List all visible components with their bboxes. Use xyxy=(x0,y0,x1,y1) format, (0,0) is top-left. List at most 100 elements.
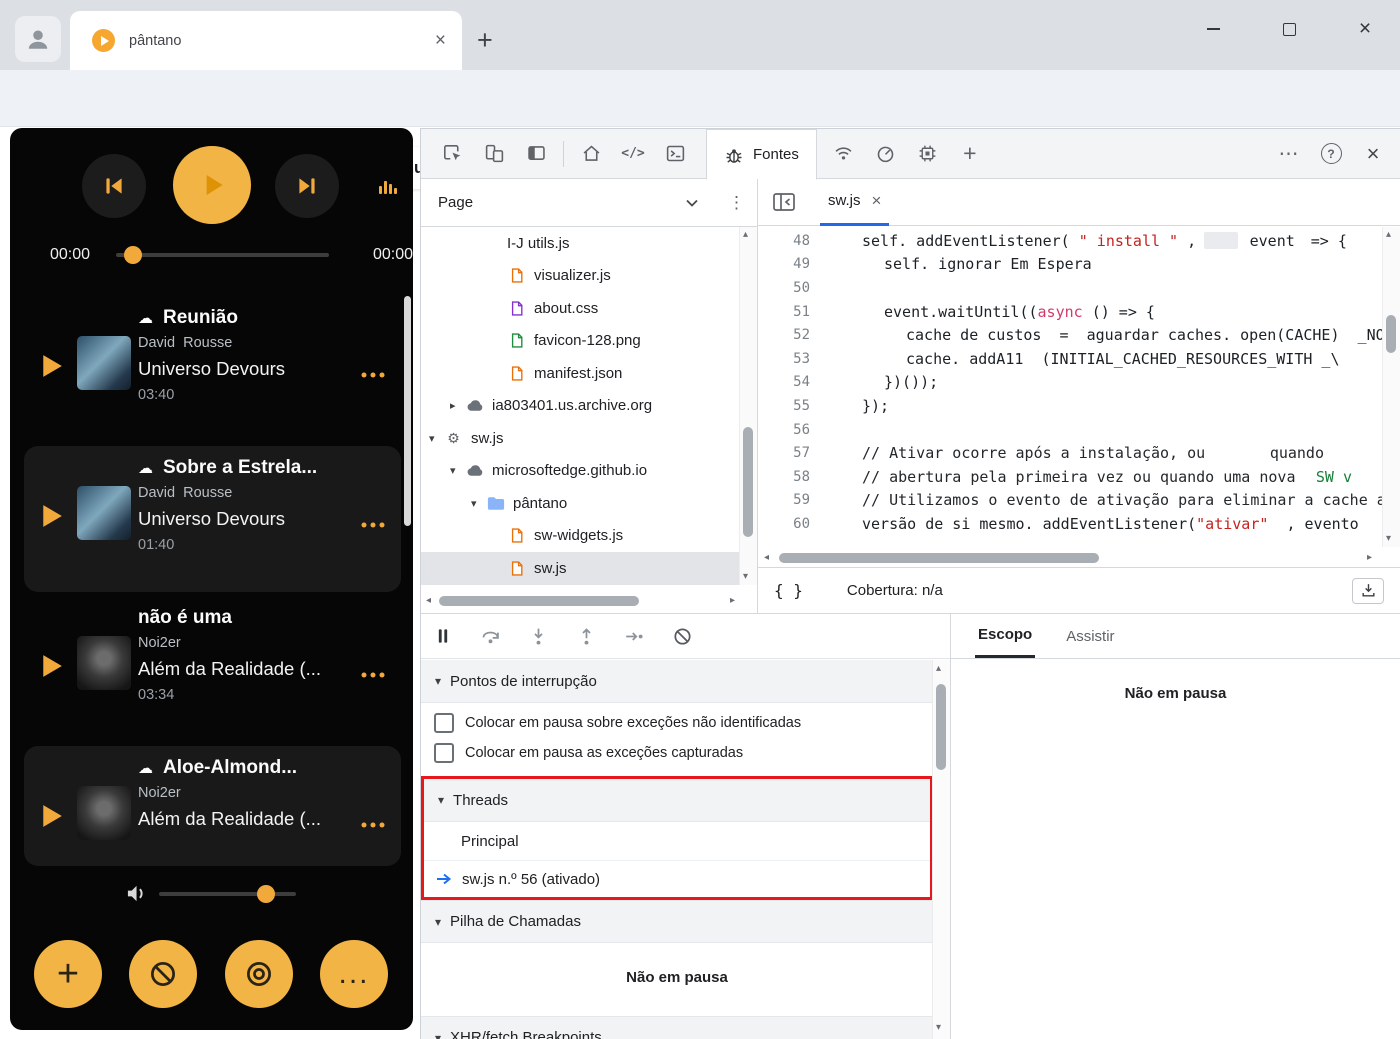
devtools-menu-icon[interactable]: ⋯ xyxy=(1268,134,1310,174)
line-number[interactable]: 49 xyxy=(758,256,826,272)
previous-track-button[interactable] xyxy=(82,154,146,218)
tree-item-p-ntano[interactable]: ▾ pântano xyxy=(421,487,740,520)
tab-watch[interactable]: Assistir xyxy=(1063,614,1117,658)
close-tab-icon[interactable]: × xyxy=(872,191,882,211)
scroll-thumb[interactable] xyxy=(779,553,1100,563)
song-menu-icon[interactable] xyxy=(361,822,385,828)
scroll-thumb[interactable] xyxy=(743,427,753,537)
tree-item-sw-js[interactable]: sw.js xyxy=(421,552,740,585)
chevron-right-icon[interactable]: ▸ xyxy=(450,399,465,412)
navigator-menu-icon[interactable]: ⋮ xyxy=(728,193,745,213)
home-icon[interactable] xyxy=(570,134,612,174)
scroll-up-icon[interactable]: ▴ xyxy=(743,230,748,240)
more-actions-button[interactable]: ... xyxy=(320,940,388,1008)
tree-item-ia803401-us-archive-org[interactable]: ▸ ia803401.us.archive.org xyxy=(421,390,740,423)
line-number[interactable]: 54 xyxy=(758,374,826,390)
code-editor[interactable]: 48 self. addEventListener( " install " , e… xyxy=(758,226,1400,549)
pause-uncaught-checkbox[interactable] xyxy=(434,713,454,733)
record-button[interactable] xyxy=(225,940,293,1008)
tree-item-sw-widgets-js[interactable]: sw-widgets.js xyxy=(421,520,740,553)
pause-icon[interactable] xyxy=(433,626,453,646)
seek-knob[interactable] xyxy=(124,246,142,264)
scroll-thumb[interactable] xyxy=(936,684,946,770)
scroll-right-icon[interactable]: ▸ xyxy=(730,595,735,606)
line-number[interactable]: 55 xyxy=(758,398,826,414)
add-song-button[interactable]: + xyxy=(34,940,102,1008)
volume-knob[interactable] xyxy=(257,884,275,903)
dock-side-icon[interactable] xyxy=(515,134,557,174)
play-song-icon[interactable] xyxy=(41,504,63,528)
tree-item-i-j-utils-js[interactable]: I-J utils.js xyxy=(421,227,740,260)
tree-item-favicon-128-png[interactable]: favicon-128.png xyxy=(421,325,740,358)
performance-icon[interactable] xyxy=(865,134,907,174)
step-into-icon[interactable] xyxy=(528,626,549,647)
file-tree-vscrollbar[interactable]: ▴ ▾ xyxy=(739,227,757,585)
window-maximize-button[interactable] xyxy=(1265,12,1313,46)
line-number[interactable]: 50 xyxy=(758,280,826,296)
window-minimize-button[interactable] xyxy=(1189,12,1237,46)
line-number[interactable]: 52 xyxy=(758,327,826,343)
play-button[interactable] xyxy=(173,146,251,224)
playlist-item[interactable]: ☁ Reunião David Rousse Universo Devours 03:4… xyxy=(10,294,413,444)
playlist-scrollbar[interactable] xyxy=(404,296,411,526)
tree-item-microsoftedge-github-io[interactable]: ▾ microsoftedge.github.io xyxy=(421,455,740,488)
chevron-down-icon[interactable] xyxy=(686,199,698,207)
playlist-item[interactable]: ☁ Sobre a Estrela... David Rousse Universo … xyxy=(10,444,413,594)
line-number[interactable]: 60 xyxy=(758,516,826,532)
next-track-button[interactable] xyxy=(275,154,339,218)
more-tools-plus-icon[interactable]: + xyxy=(949,134,991,174)
tree-item-sw-js[interactable]: ▾ ⚙ sw.js xyxy=(421,422,740,455)
playlist-item[interactable]: ☁ Aloe-Almond... Noi2er Além da Realidade (… xyxy=(10,744,413,868)
new-tab-button[interactable]: + xyxy=(477,25,493,56)
visualizer-icon[interactable] xyxy=(376,176,400,200)
scroll-down-icon[interactable]: ▾ xyxy=(1386,534,1391,544)
step-out-icon[interactable] xyxy=(576,626,597,647)
seek-slider[interactable] xyxy=(116,246,329,264)
scroll-left-icon[interactable]: ◂ xyxy=(764,553,769,563)
page-tab-label[interactable]: Page xyxy=(438,194,473,211)
scroll-down-icon[interactable]: ▾ xyxy=(743,572,748,582)
line-number[interactable]: 51 xyxy=(758,304,826,320)
scroll-up-icon[interactable]: ▴ xyxy=(936,664,941,674)
tree-item-visualizer-js[interactable]: visualizer.js xyxy=(421,260,740,293)
tab-sources[interactable]: Fontes xyxy=(706,129,817,180)
download-icon[interactable] xyxy=(1352,577,1384,604)
deactivate-breakpoints-icon[interactable] xyxy=(672,626,693,647)
scroll-right-icon[interactable]: ▸ xyxy=(1367,553,1372,563)
song-menu-icon[interactable] xyxy=(361,522,385,528)
play-song-icon[interactable] xyxy=(41,354,63,378)
file-tree-hscrollbar[interactable]: ◂ ▸ xyxy=(426,593,735,608)
tab-close-icon[interactable]: × xyxy=(435,31,446,50)
editor-tab-swjs[interactable]: sw.js × xyxy=(820,179,890,226)
song-menu-icon[interactable] xyxy=(361,672,385,678)
chevron-down-icon[interactable]: ▾ xyxy=(450,464,465,477)
pause-caught-checkbox[interactable] xyxy=(434,743,454,763)
profile-avatar[interactable] xyxy=(15,16,61,62)
network-icon[interactable] xyxy=(823,134,865,174)
line-number[interactable]: 57 xyxy=(758,445,826,461)
line-number[interactable]: 59 xyxy=(758,492,826,508)
console-icon[interactable] xyxy=(654,134,696,174)
scroll-left-icon[interactable]: ◂ xyxy=(426,595,431,606)
step-over-icon[interactable] xyxy=(480,626,501,647)
thread-item-principal[interactable]: Principal xyxy=(424,822,930,861)
devtools-close-icon[interactable]: × xyxy=(1352,134,1394,174)
song-menu-icon[interactable] xyxy=(361,372,385,378)
editor-vscrollbar[interactable]: ▴ ▾ xyxy=(1382,227,1400,547)
section-callstack[interactable]: ▾ Pilha de Chamadas xyxy=(421,900,933,943)
navigator-toggle-icon[interactable] xyxy=(772,192,796,212)
tree-item-about-css[interactable]: about.css xyxy=(421,292,740,325)
play-song-icon[interactable] xyxy=(41,654,63,678)
clear-playlist-button[interactable] xyxy=(129,940,197,1008)
scroll-thumb[interactable] xyxy=(439,595,640,606)
scroll-up-icon[interactable]: ▴ xyxy=(1386,230,1391,240)
section-breakpoints[interactable]: ▾ Pontos de interrupção xyxy=(421,660,933,703)
device-emulation-icon[interactable] xyxy=(473,134,515,174)
step-icon[interactable] xyxy=(624,626,645,647)
section-xhr-breakpoints[interactable]: ▾ XHR/fetch Breakpoints xyxy=(421,1016,933,1039)
inspect-icon[interactable] xyxy=(431,134,473,174)
chevron-down-icon[interactable]: ▾ xyxy=(429,432,444,445)
editor-hscrollbar[interactable]: ◂ ▸ xyxy=(758,549,1400,567)
window-close-button[interactable]: × xyxy=(1341,12,1389,46)
tab-scope[interactable]: Escopo xyxy=(975,614,1036,658)
